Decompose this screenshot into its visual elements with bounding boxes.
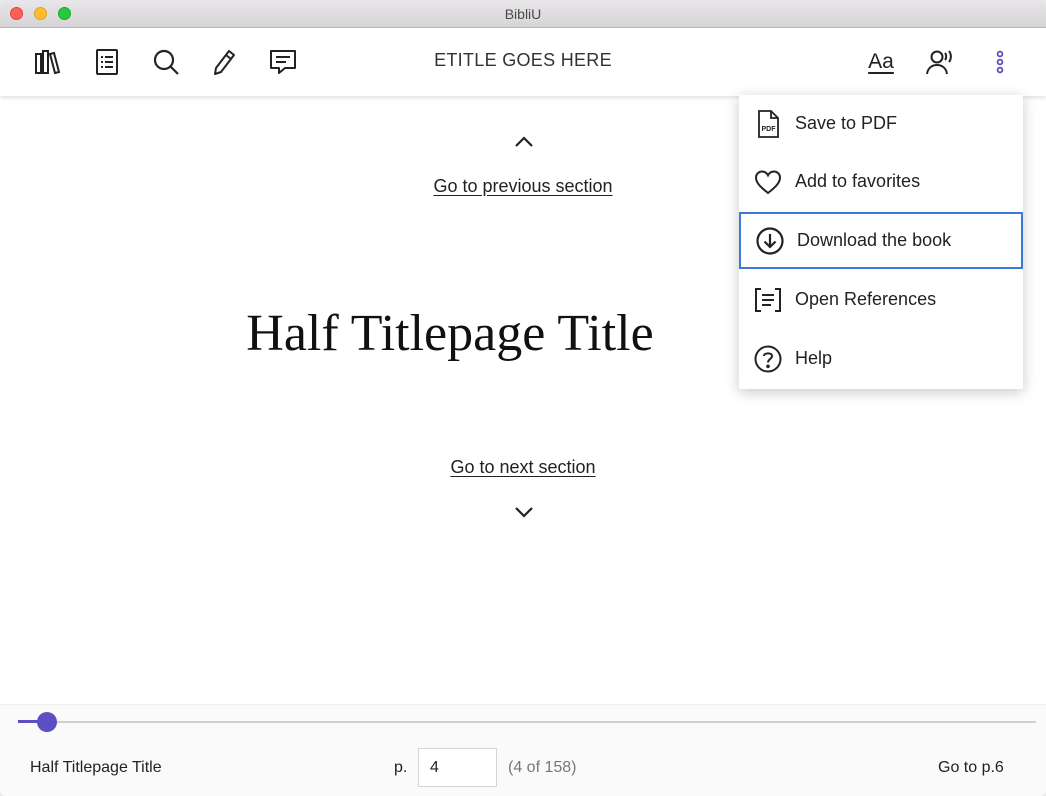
page-prefix-label: p. — [394, 759, 408, 776]
chevron-up-icon[interactable] — [511, 132, 537, 152]
menu-item-label: Help — [795, 348, 833, 368]
menu-item-label: Open References — [795, 289, 937, 309]
current-section-title: Half Titlepage Title — [30, 759, 162, 776]
menu-item-label: Add to favorites — [795, 171, 921, 191]
app-window: BibliU ETITLE GOES HERE Aa Go to previou… — [0, 0, 1046, 796]
search-icon[interactable] — [150, 46, 182, 78]
help-icon — [753, 344, 783, 374]
menu-item-add-to-favorites[interactable]: Add to favorites — [739, 153, 1023, 210]
references-icon — [753, 285, 783, 315]
more-options-icon[interactable] — [984, 46, 1016, 78]
notes-icon[interactable] — [267, 46, 299, 78]
pdf-icon: PDF — [753, 109, 783, 139]
font-settings-icon[interactable]: Aa — [865, 46, 897, 78]
reader-footer: Half Titlepage Title p. (4 of 158) Go to… — [0, 704, 1046, 796]
chevron-down-icon[interactable] — [511, 502, 537, 522]
download-icon — [755, 226, 785, 256]
go-to-page-link[interactable]: Go to p.6 — [938, 759, 1004, 777]
next-section-link[interactable]: Go to next section — [0, 457, 1046, 478]
more-options-menu: PDF Save to PDF Add to favorites Downloa… — [739, 95, 1023, 389]
page-number-input[interactable] — [418, 748, 497, 787]
page-progress-slider[interactable] — [18, 712, 1036, 732]
page-count-text: (4 of 158) — [508, 759, 577, 776]
slider-thumb[interactable] — [36, 712, 57, 732]
slider-track — [18, 721, 1036, 723]
table-of-contents-icon[interactable] — [91, 46, 123, 78]
menu-item-label: Download the book — [797, 230, 952, 250]
menu-item-download-the-book[interactable]: Download the book — [739, 212, 1023, 269]
library-icon[interactable] — [31, 46, 63, 78]
menu-item-save-to-pdf[interactable]: PDF Save to PDF — [739, 95, 1023, 152]
svg-text:PDF: PDF — [762, 126, 777, 133]
title-bar: BibliU — [0, 0, 1046, 28]
read-aloud-icon[interactable] — [924, 46, 956, 78]
menu-item-label: Save to PDF — [795, 113, 898, 133]
menu-item-open-references[interactable]: Open References — [739, 271, 1023, 328]
window-title: BibliU — [504, 6, 542, 22]
font-settings-label: Aa — [868, 50, 894, 73]
menu-item-help[interactable]: Help — [739, 330, 1023, 387]
highlight-pen-icon[interactable] — [208, 46, 240, 78]
toolbar: ETITLE GOES HERE Aa — [0, 28, 1046, 96]
heart-icon — [753, 167, 783, 197]
